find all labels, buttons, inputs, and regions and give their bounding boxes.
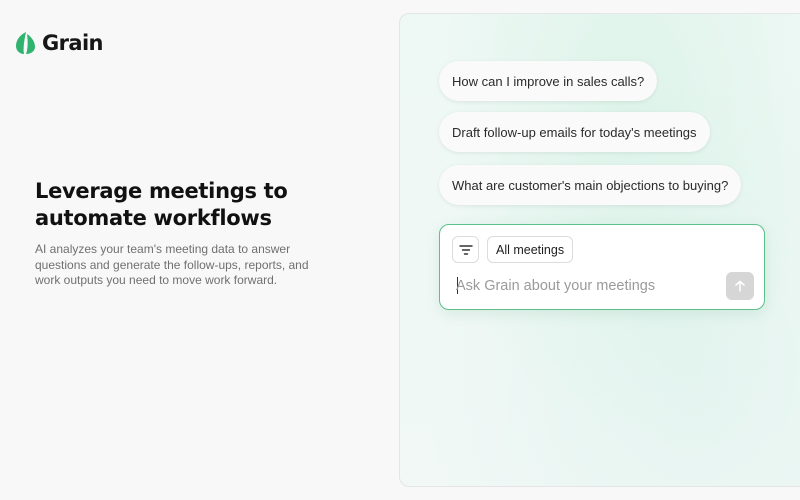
filter-button[interactable] [452, 236, 479, 263]
suggestion-chip[interactable]: How can I improve in sales calls? [439, 61, 658, 101]
meeting-scope-select[interactable]: All meetings [487, 236, 574, 263]
grain-leaf-icon [16, 32, 35, 54]
suggestion-chip[interactable]: What are customer's main objections to b… [439, 165, 742, 205]
ask-input[interactable] [456, 275, 716, 297]
ask-composer: All meetings [439, 224, 765, 310]
filter-icon [458, 244, 473, 255]
brand-name: Grain [42, 31, 104, 55]
hero-description: AI analyzes your team's meeting data to … [35, 242, 309, 287]
arrow-up-icon [735, 280, 745, 292]
suggestion-chip[interactable]: Draft follow-up emails for today's meeti… [439, 112, 710, 152]
brand-logo[interactable]: Grain [15, 31, 104, 55]
hero-title: Leverage meetings to automate workflows [35, 179, 288, 230]
send-button[interactable] [726, 272, 754, 300]
hero-section: Leverage meetings to automate workflows … [35, 178, 335, 289]
